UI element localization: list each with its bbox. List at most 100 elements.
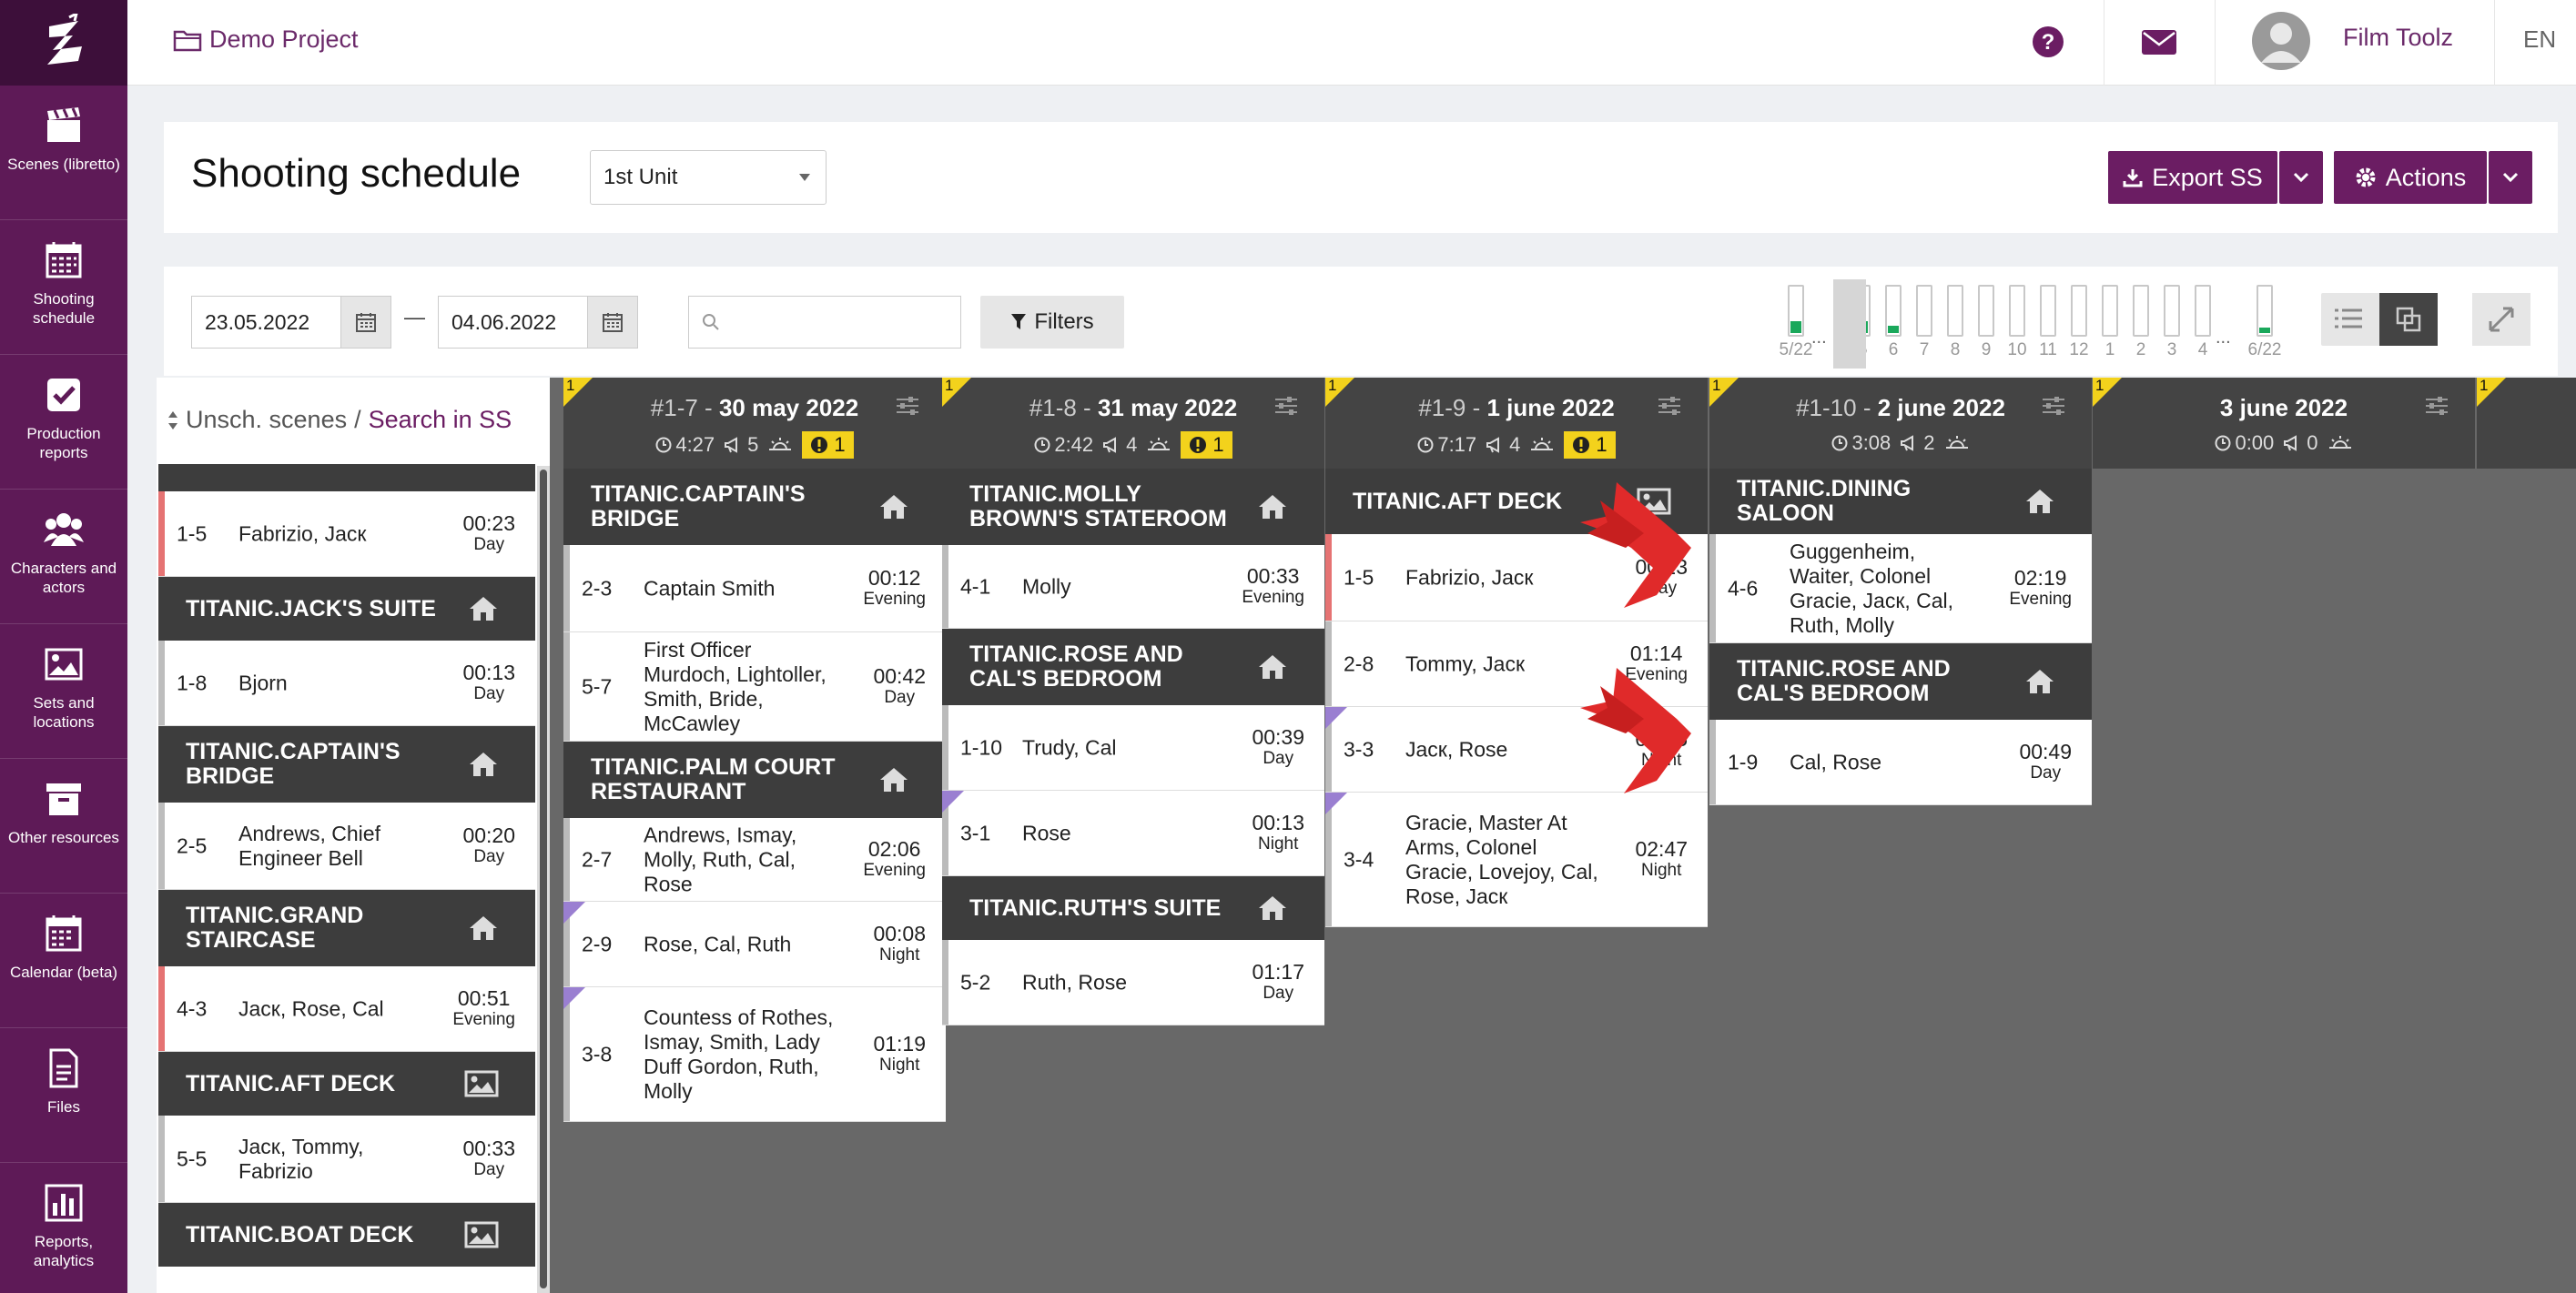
set-header[interactable]: TITANIC.BOAT DECK — [158, 1203, 535, 1267]
nav-item[interactable]: Reports, analytics — [0, 1163, 127, 1293]
set-header[interactable]: TITANIC.DINING SALOON — [1709, 469, 2092, 534]
nav-item[interactable]: Files — [0, 1028, 127, 1163]
actions-label: Actions — [2385, 163, 2467, 191]
scene-card[interactable]: 1-10 Trudy, Cal 00:39 Day — [942, 705, 1324, 791]
user-name[interactable]: Film Toolz — [2343, 24, 2453, 52]
day-settings-icon[interactable] — [1657, 396, 1682, 416]
nav-item[interactable]: Characters and actors — [0, 490, 127, 624]
user-avatar[interactable] — [2252, 12, 2310, 70]
scene-card[interactable]: 2-5 Andrews, Chief Engineer Bell 00:20 Day — [158, 803, 535, 890]
set-header[interactable]: TITANIC.CAPTAIN'S BRIDGE — [563, 469, 946, 545]
scene-card[interactable]: 5-7 First Officer Murdoch, Lightoller, Sm… — [563, 632, 946, 742]
day-indicator[interactable] — [2133, 285, 2149, 337]
warning-badge[interactable]: 1 — [1181, 431, 1232, 459]
scene-time: 00:33 — [1246, 563, 1300, 588]
day-header[interactable]: 1 #1-7 - 30 may 2022 4:27 5 1 — [563, 377, 946, 469]
set-header[interactable]: TITANIC.JACK'S SUITE — [158, 577, 535, 641]
scene-card[interactable]: 3-1 Rose 00:13 Night — [942, 791, 1324, 876]
language-switch[interactable]: EN — [2523, 25, 2556, 54]
day-indicator[interactable] — [1947, 285, 1963, 337]
day-header[interactable]: 1 #1-8 - 31 may 2022 2:42 4 1 — [942, 377, 1324, 469]
help-icon[interactable]: ? — [2032, 25, 2064, 58]
scene-card[interactable]: 4-1 Molly 00:33 Evening — [942, 545, 1324, 629]
scrollbar-thumb[interactable] — [540, 470, 547, 1288]
unscheduled-scenes-link[interactable]: Unsch. scenes — [186, 406, 347, 434]
scene-card[interactable]: 5-2 Ruth, Rose 01:17 Day — [942, 940, 1324, 1025]
set-header[interactable]: TITANIC.ROSE AND CAL'S BEDROOM — [1709, 643, 2092, 720]
project-selector[interactable]: Demo Project — [173, 25, 359, 54]
scene-card[interactable]: 1-8 Bjorn 00:13 Day — [158, 641, 535, 726]
set-name: TITANIC.ROSE AND CAL'S BEDROOM — [969, 641, 1183, 692]
scene-card[interactable]: 2-3 Captain Smith 00:12 Evening — [563, 545, 946, 632]
warning-badge[interactable]: 1 — [1564, 431, 1616, 459]
day-settings-icon[interactable] — [2041, 396, 2066, 416]
search-input[interactable] — [688, 296, 961, 349]
scene-duration: 00:33 Day — [462, 1137, 515, 1181]
day-indicator[interactable] — [1916, 285, 1932, 337]
board-view-button[interactable] — [2379, 293, 2438, 346]
mail-icon[interactable] — [2141, 27, 2177, 56]
day-header[interactable]: 1 #1-9 - 1 june 2022 7:17 4 1 — [1325, 377, 1708, 469]
day-indicator[interactable] — [2195, 285, 2211, 337]
scene-card[interactable]: 1-5 Fabrizio, Jacк 00:23Day — [158, 491, 535, 577]
list-view-icon[interactable] — [2333, 307, 2364, 330]
nav-item[interactable]: Shooting schedule — [0, 220, 127, 355]
day-header[interactable]: 1 3 june 2022 0:00 0 — [2093, 377, 2475, 469]
day-indicator[interactable] — [1788, 285, 1804, 337]
export-dropdown-button[interactable] — [2279, 151, 2323, 204]
nav-item[interactable]: Calendar (beta) — [0, 894, 127, 1028]
date-to-input[interactable]: 04.06.2022 — [438, 296, 589, 349]
scene-card[interactable]: 1-9 Cal, Rose 00:49 Day — [1709, 720, 2092, 805]
actions-button[interactable]: Actions — [2334, 151, 2487, 204]
date-from-input[interactable]: 23.05.2022 — [191, 296, 342, 349]
day-settings-icon[interactable] — [895, 396, 920, 416]
scene-card[interactable]: 3-8 Countess of Rothes, Ismay, Smith, Lad… — [563, 987, 946, 1122]
day-indicator[interactable] — [1885, 285, 1902, 337]
search-in-ss-link[interactable]: Search in SS — [369, 406, 512, 434]
day-settings-icon[interactable] — [1273, 396, 1299, 416]
export-ss-button[interactable]: Export SS — [2108, 151, 2277, 204]
scene-card[interactable]: 2-9 Rose, Cal, Ruth 00:08 Night — [563, 902, 946, 987]
set-header[interactable]: TITANIC.RUTH'S SUITE — [942, 876, 1324, 940]
date-to-calendar-button[interactable] — [587, 296, 638, 349]
scrollbar[interactable] — [537, 466, 550, 1293]
filters-button[interactable]: Filters — [980, 296, 1124, 349]
scene-number: 2-8 — [1344, 652, 1374, 675]
day-header[interactable]: 1 #1-10 - 2 june 2022 3:08 2 — [1709, 377, 2092, 469]
scene-card[interactable]: 2-7 Andrews, Ismay, Molly, Ruth, Cal, Ros… — [563, 818, 946, 902]
sort-icon[interactable] — [167, 410, 178, 430]
nav-item[interactable]: Production reports — [0, 355, 127, 490]
scene-card[interactable]: 4-3 Jacк, Rose, Cal 00:51 Evening — [158, 966, 535, 1052]
expand-button[interactable] — [2472, 293, 2530, 346]
app-logo[interactable] — [0, 0, 127, 86]
scene-card[interactable]: 4-6 Guggenheim, Waiter, Colonel Gracie, J… — [1709, 534, 2092, 643]
day-indicator[interactable] — [2009, 285, 2025, 337]
unit-select[interactable]: 1st Unit — [590, 150, 827, 205]
day-indicator[interactable] — [2040, 285, 2056, 337]
nav-item[interactable]: Sets and locations — [0, 624, 127, 759]
nav-item[interactable]: Other resources — [0, 759, 127, 894]
set-header[interactable]: TITANIC.PALM COURT RESTAURANT — [563, 742, 946, 818]
scene-card[interactable]: 3-4 Gracie, Master At Arms, Colonel Graci… — [1325, 793, 1708, 927]
day-indicator[interactable] — [2102, 285, 2118, 337]
day-indicator[interactable] — [2071, 285, 2087, 337]
set-header[interactable]: TITANIC.AFT DECK — [158, 1052, 535, 1116]
set-header[interactable]: TITANIC.GRAND STAIRCASE — [158, 890, 535, 966]
day-settings-icon[interactable] — [2424, 396, 2449, 416]
date-from-calendar-button[interactable] — [340, 296, 391, 349]
nav-item[interactable]: Scenes (libretto) — [0, 86, 127, 220]
set-header[interactable]: TITANIC.CAPTAIN'S BRIDGE — [158, 726, 535, 803]
warning-badge[interactable]: 1 — [802, 431, 854, 459]
megaphone-icon — [724, 437, 744, 453]
day-indicator[interactable] — [2257, 285, 2273, 337]
image-icon — [44, 644, 84, 684]
unscheduled-list: 1-5 Fabrizio, Jacк 00:23 Day TITANIC.JACK'S … — [158, 464, 535, 1293]
scene-card[interactable]: 5-5 Jacк, Tommy, Fabrizio 00:33 Day — [158, 1116, 535, 1203]
day-indicator[interactable] — [2164, 285, 2180, 337]
scene-time: 00:51 — [457, 985, 511, 1010]
warning-icon — [810, 436, 828, 454]
set-header[interactable]: TITANIC.MOLLY BROWN'S STATEROOM — [942, 469, 1324, 545]
day-indicator[interactable] — [1978, 285, 1994, 337]
set-header[interactable]: TITANIC.ROSE AND CAL'S BEDROOM — [942, 629, 1324, 705]
actions-dropdown-button[interactable] — [2489, 151, 2532, 204]
